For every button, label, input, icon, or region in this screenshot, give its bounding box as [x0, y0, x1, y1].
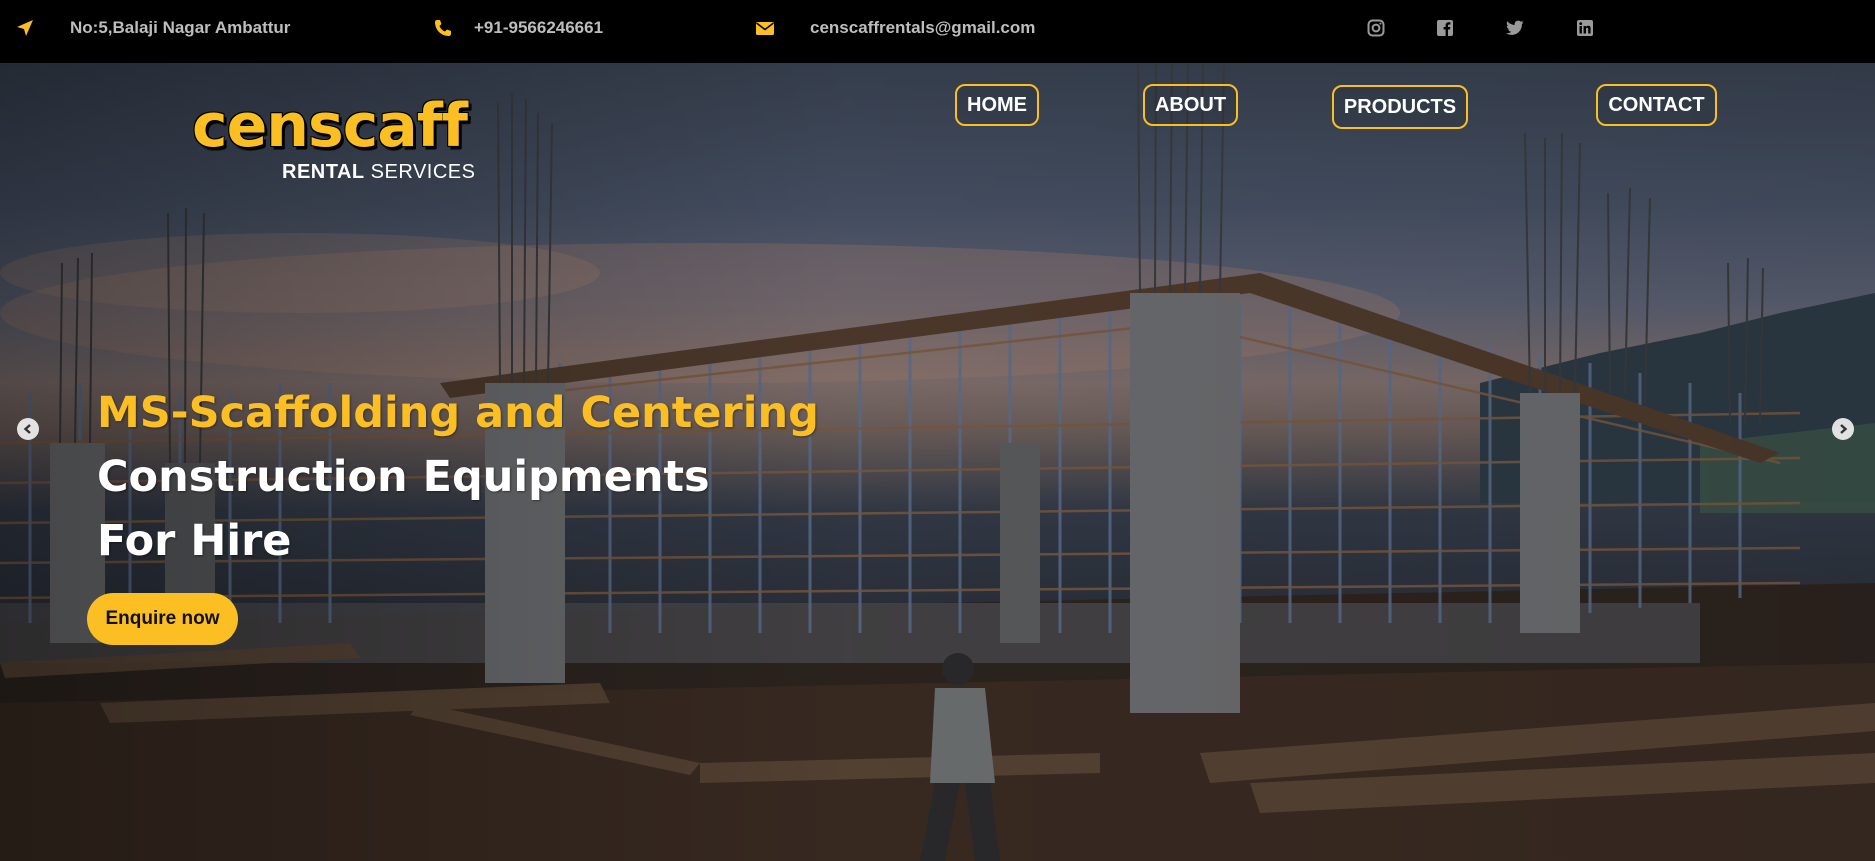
- enquire-now-button[interactable]: Enquire now: [87, 593, 238, 645]
- address-item: No:5,Balaji Nagar Ambattur: [14, 0, 290, 56]
- hero-headline: MS-Scaffolding and Centering Constructio…: [97, 381, 819, 573]
- hero-headline-line2: Construction Equipments: [97, 452, 710, 502]
- email-item[interactable]: censcaffrentals@gmail.com: [754, 0, 1035, 56]
- slider-prev-button[interactable]: [17, 418, 39, 440]
- envelope-icon: [754, 17, 776, 39]
- location-arrow-icon: [14, 17, 36, 39]
- chevron-left-icon: [23, 424, 31, 434]
- phone-text[interactable]: +91-9566246661: [474, 18, 603, 38]
- address-text: No:5,Balaji Nagar Ambattur: [70, 18, 291, 37]
- phone-item[interactable]: +91-9566246661: [432, 0, 603, 56]
- instagram-icon[interactable]: [1365, 17, 1387, 39]
- linkedin-icon[interactable]: [1574, 17, 1596, 39]
- top-contact-bar: No:5,Balaji Nagar Ambattur +91-956624666…: [0, 0, 1875, 63]
- logo-tagline-bold: RENTAL: [282, 161, 365, 183]
- chevron-right-icon: [1840, 424, 1848, 434]
- hero-headline-line3: For Hire: [97, 516, 292, 566]
- slider-next-button[interactable]: [1832, 418, 1854, 440]
- twitter-icon[interactable]: [1504, 17, 1526, 39]
- logo-wordmark: censcaff: [192, 91, 468, 161]
- hero-headline-accent: MS-Scaffolding and Centering: [97, 388, 819, 438]
- nav-about[interactable]: ABOUT: [1143, 84, 1238, 126]
- logo-tagline: RENTAL SERVICES: [282, 161, 475, 184]
- nav-products[interactable]: PRODUCTS: [1332, 85, 1468, 129]
- site-logo[interactable]: censcaff RENTAL SERVICES: [192, 91, 482, 191]
- hero-slider: censcaff RENTAL SERVICES HOME ABOUT PROD…: [0, 63, 1875, 861]
- logo-tagline-light: SERVICES: [364, 161, 476, 183]
- nav-contact[interactable]: CONTACT: [1596, 84, 1717, 126]
- facebook-icon[interactable]: [1434, 17, 1456, 39]
- nav-home[interactable]: HOME: [955, 84, 1039, 126]
- phone-icon: [432, 17, 454, 39]
- email-text[interactable]: censcaffrentals@gmail.com: [810, 18, 1035, 38]
